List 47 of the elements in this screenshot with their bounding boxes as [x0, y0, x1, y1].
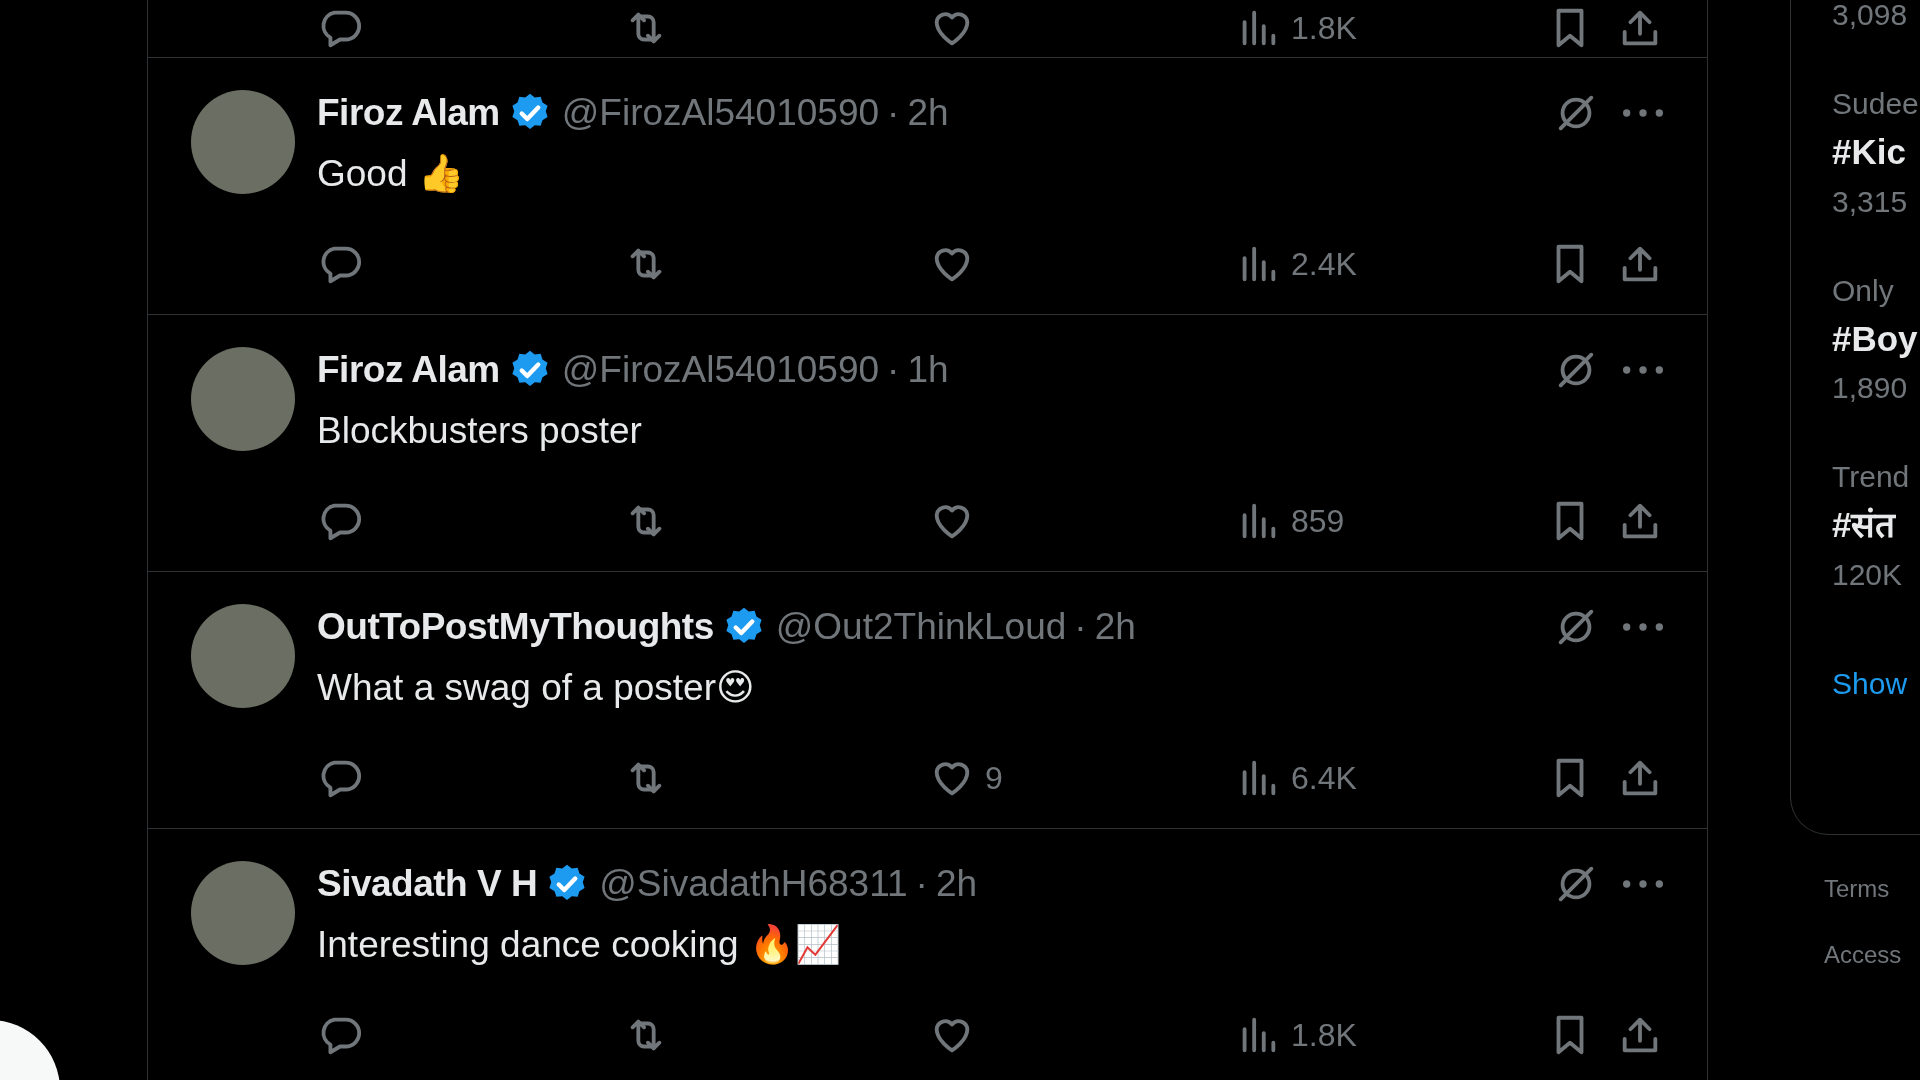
trend-context: Trend	[1832, 459, 1911, 495]
separator-dot: ·	[1074, 605, 1087, 650]
more-icon	[1623, 364, 1663, 376]
more-button[interactable]	[1623, 364, 1663, 376]
more-button[interactable]	[1623, 621, 1663, 633]
user-handle: @FirozAl54010590	[561, 348, 880, 393]
views-button[interactable]: 859	[1235, 497, 1345, 545]
trend-post-count: 120K	[1832, 556, 1904, 593]
more-button[interactable]	[1623, 107, 1663, 119]
user-handle: @FirozAl54010590	[561, 91, 880, 136]
views-button[interactable]: 1.8K	[1235, 1011, 1357, 1059]
more-icon	[1623, 621, 1663, 633]
more-icon	[1623, 107, 1663, 119]
more-icon	[1623, 878, 1663, 890]
post-time: 2h	[935, 862, 978, 907]
post-time: 2h	[1094, 605, 1136, 650]
views-button[interactable]: 6.4K	[1235, 754, 1357, 802]
post-text: Interesting dance cooking 🔥📈	[317, 923, 842, 967]
trend-hashtag[interactable]: #Boy	[1832, 312, 1920, 365]
user-name[interactable]: OutToPostMyThoughts	[317, 599, 714, 655]
like-button[interactable]: 9	[929, 754, 1003, 802]
trend-hashtag[interactable]: #Kic	[1832, 126, 1920, 179]
user-name[interactable]: Firoz Alam	[317, 342, 500, 398]
user-name[interactable]: Firoz Alam	[317, 85, 500, 141]
post-time: 1h	[907, 348, 949, 393]
separator-dot: ·	[915, 862, 928, 907]
post-text: Good 👍	[317, 152, 465, 196]
trend-context: Only	[1832, 272, 1895, 309]
more-button[interactable]	[1623, 878, 1663, 890]
show-more-link[interactable]: Show	[1832, 660, 1908, 706]
user-handle: @Out2ThinkLoud	[775, 605, 1067, 650]
views-button[interactable]: 2.4K	[1235, 240, 1357, 288]
trend-post-count: 3,315	[1832, 183, 1909, 220]
post-time: 2h	[907, 91, 949, 136]
post-text: Blockbusters poster	[317, 409, 643, 453]
footer-link[interactable]: Access	[1824, 937, 1920, 973]
trend-context: Sudee	[1832, 86, 1920, 122]
trend-post-count: 1,890	[1832, 370, 1909, 406]
trend-hashtag[interactable]: #संत	[1832, 499, 1920, 552]
user-name[interactable]: Sivadath V H	[317, 856, 538, 912]
user-handle: @SivadathH68311	[599, 862, 908, 907]
footer-link[interactable]: Terms	[1824, 871, 1920, 907]
separator-dot: ·	[887, 91, 900, 136]
post-text: What a swag of a poster😍	[317, 666, 756, 710]
views-button[interactable]: 1.8K	[1235, 4, 1357, 52]
separator-dot: ·	[887, 348, 900, 393]
trend-post-count: 3,098	[1832, 0, 1909, 33]
